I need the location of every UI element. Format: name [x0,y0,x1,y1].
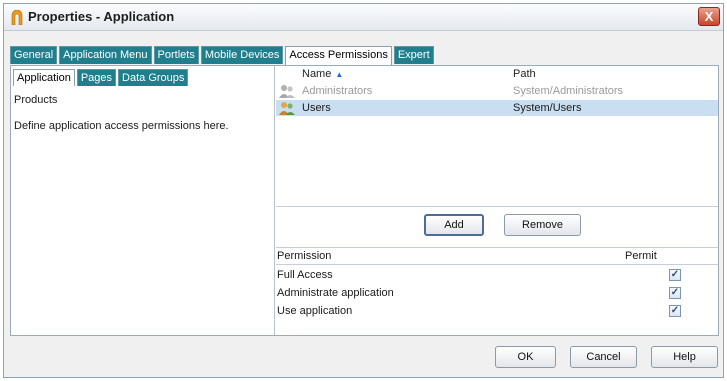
cancel-button[interactable]: Cancel [570,346,637,368]
window-title: Properties - Application [28,9,175,24]
permission-column-header: Permission [277,250,332,262]
permission-label: Full Access [277,269,333,281]
help-button[interactable]: Help [651,346,718,368]
properties-dialog: Properties - Application X General Appli… [3,3,724,378]
tab-application[interactable]: Application [13,69,75,86]
row-path: System/Administrators [513,85,624,97]
sub-tab-bar: Application Pages Data Groups [13,69,190,86]
add-button[interactable]: Add [424,214,484,236]
group-icon [279,102,295,115]
group-icon [279,85,295,98]
tab-access-permissions[interactable]: Access Permissions [285,46,392,65]
left-pane: Application Pages Data Groups Products D… [11,66,275,335]
permit-checkbox[interactable]: ✓ [669,269,681,281]
tab-mobile-devices[interactable]: Mobile Devices [200,46,284,64]
permission-header: Permission Permit [276,247,718,265]
products-label: Products [14,94,58,106]
permit-checkbox[interactable]: ✓ [669,287,681,299]
list-item[interactable]: Administrators System/Administrators [276,83,718,99]
permission-row: Administrate application ✓ [277,284,717,302]
tab-pages[interactable]: Pages [76,69,117,86]
permit-column-header: Permit [625,250,657,262]
list-item[interactable]: Users System/Users [276,100,718,116]
permission-label: Use application [277,305,353,317]
tab-content: Application Pages Data Groups Products D… [10,65,719,336]
tab-general[interactable]: General [10,46,58,64]
permit-checkbox[interactable]: ✓ [669,305,681,317]
path-column-header[interactable]: Path [513,66,718,83]
row-name: Users [302,102,331,114]
permission-row: Use application ✓ [277,302,717,320]
remove-button[interactable]: Remove [504,214,581,236]
main-tab-bar: General Application Menu Portlets Mobile… [10,46,436,65]
sort-ascending-icon: ▲ [335,70,344,79]
title-bar[interactable]: Properties - Application X [4,4,723,31]
row-name: Administrators [302,85,373,97]
permission-row: Full Access ✓ [277,266,717,284]
name-column-label: Name [302,68,332,80]
tab-application-menu[interactable]: Application Menu [59,46,152,64]
list-divider [276,206,718,207]
ok-button[interactable]: OK [495,346,556,368]
application-icon [11,10,23,25]
close-button[interactable]: X [698,7,720,26]
permission-label: Administrate application [277,287,394,299]
description-text: Define application access permissions he… [14,120,229,132]
tab-portlets[interactable]: Portlets [153,46,199,64]
list-header: Name ▲ Path [276,66,718,83]
name-column-header[interactable]: Name ▲ [276,66,513,83]
tab-data-groups[interactable]: Data Groups [118,69,189,86]
tab-expert[interactable]: Expert [393,46,434,64]
row-path: System/Users [513,102,582,114]
right-pane: Name ▲ Path Administrators System/Adminis… [276,66,718,335]
